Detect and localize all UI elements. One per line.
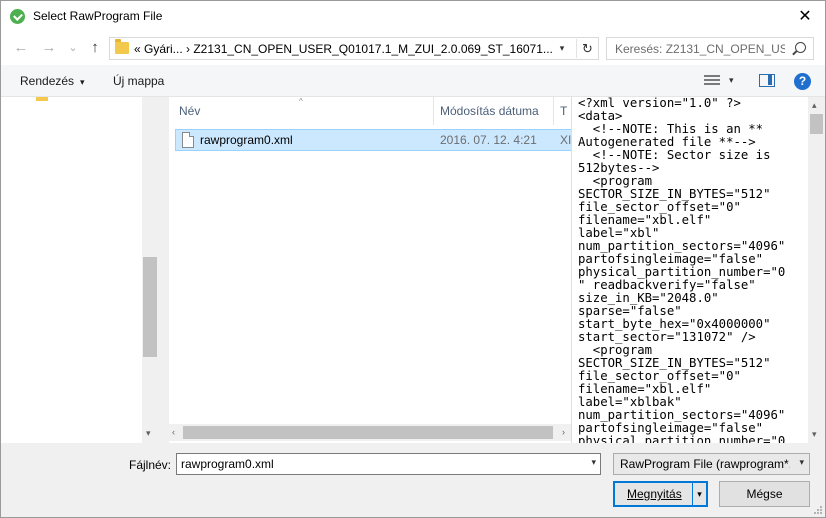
- cancel-button[interactable]: Mégse: [719, 481, 810, 507]
- command-toolbar: Rendezés ▾ Új mappa ▾ ?: [1, 65, 825, 97]
- preview-pane-icon[interactable]: [759, 74, 775, 87]
- navigation-pane: ▾: [1, 97, 158, 443]
- open-button[interactable]: Megnyitás ▾: [613, 481, 708, 507]
- column-header-name[interactable]: Név: [179, 97, 200, 125]
- file-type-filter-value: RawProgram File (rawprogram*.x: [620, 457, 790, 471]
- preview-pane: <?xml version="1.0" ?> <data> <!--NOTE: …: [571, 97, 825, 443]
- organize-label: Rendezés: [20, 74, 75, 88]
- folder-icon: [115, 39, 129, 54]
- file-date: 2016. 07. 12. 4:21: [440, 133, 537, 147]
- address-bar[interactable]: « Gyári... › Z2131_CN_OPEN_USER_Q01017.1…: [109, 37, 599, 60]
- open-button-label: Megnyitás: [627, 487, 682, 501]
- scroll-right-icon[interactable]: ›: [562, 427, 565, 437]
- preview-scroll-thumb[interactable]: [810, 114, 823, 134]
- navigation-bar: ← → ⌄ ↑ « Gyári... › Z2131_CN_OPEN_USER_…: [1, 32, 825, 65]
- file-dialog-window: Select RawProgram File ✕ ← → ⌄ ↑ « Gyári…: [0, 0, 826, 518]
- search-box[interactable]: Keresés: Z2131_CN_OPEN_US...: [606, 37, 814, 60]
- file-name: rawprogram0.xml: [200, 133, 293, 147]
- file-type-filter[interactable]: RawProgram File (rawprogram*.x ▾: [613, 453, 810, 475]
- navigation-scroll-thumb[interactable]: [143, 257, 157, 357]
- address-path[interactable]: « Gyári... › Z2131_CN_OPEN_USER_Q01017.1…: [134, 42, 554, 56]
- scroll-left-icon[interactable]: ‹: [172, 427, 175, 437]
- filename-label: Fájlnév:: [129, 458, 172, 472]
- app-download-icon: [10, 9, 25, 24]
- view-caret-icon[interactable]: ▾: [729, 75, 734, 86]
- horizontal-scrollbar[interactable]: ‹ ›: [169, 424, 571, 441]
- column-header-date[interactable]: Módosítás dátuma: [440, 97, 539, 125]
- organize-button[interactable]: Rendezés ▾: [20, 74, 85, 88]
- filter-dropdown-icon[interactable]: ▾: [799, 457, 804, 468]
- dialog-footer: Fájlnév: rawprogram0.xml ▾ RawProgram Fi…: [1, 443, 825, 517]
- nav-folder-icon: [36, 97, 48, 101]
- filename-dropdown-icon[interactable]: ▾: [591, 457, 596, 468]
- horizontal-scroll-thumb[interactable]: [183, 426, 553, 439]
- file-list: ^ Név Módosítás dátuma T rawprogram0.xml…: [169, 97, 575, 443]
- column-divider[interactable]: [553, 97, 554, 125]
- document-icon: [182, 132, 194, 148]
- xml-preview-text: <?xml version="1.0" ?> <data> <!--NOTE: …: [578, 97, 786, 443]
- window-title: Select RawProgram File: [33, 9, 163, 23]
- up-arrow-icon[interactable]: ↑: [85, 38, 105, 58]
- scroll-down-icon[interactable]: ▾: [812, 429, 817, 440]
- file-row[interactable]: rawprogram0.xml 2016. 07. 12. 4:21 XI: [175, 129, 575, 151]
- filename-field[interactable]: rawprogram0.xml ▾: [176, 453, 601, 475]
- address-dropdown-icon[interactable]: ▾: [554, 40, 570, 57]
- recent-locations-icon[interactable]: ⌄: [63, 38, 83, 58]
- refresh-icon[interactable]: ↻: [576, 39, 598, 58]
- forward-arrow-icon[interactable]: →: [39, 38, 59, 58]
- help-icon[interactable]: ?: [794, 73, 811, 90]
- file-type: XI: [560, 133, 572, 147]
- title-bar: Select RawProgram File ✕: [1, 1, 825, 32]
- preview-scrollbar[interactable]: ▴ ▾: [808, 97, 825, 443]
- organize-caret-icon: ▾: [80, 77, 85, 87]
- open-split-dropdown-icon[interactable]: ▾: [692, 483, 706, 505]
- sort-ascending-icon: ^: [299, 97, 303, 106]
- column-divider[interactable]: [433, 97, 434, 125]
- scroll-down-icon[interactable]: ▾: [146, 428, 151, 439]
- new-folder-button[interactable]: Új mappa: [113, 74, 164, 88]
- resize-grip-icon[interactable]: [813, 505, 823, 515]
- filename-value[interactable]: rawprogram0.xml: [181, 457, 274, 471]
- search-input[interactable]: Keresés: Z2131_CN_OPEN_US...: [615, 42, 785, 56]
- column-header-type[interactable]: T: [560, 97, 567, 125]
- view-options-icon[interactable]: [704, 75, 720, 87]
- back-arrow-icon[interactable]: ←: [11, 38, 31, 58]
- navigation-scrollbar[interactable]: ▾: [142, 97, 158, 443]
- scroll-up-icon[interactable]: ▴: [812, 100, 817, 111]
- search-icon: [795, 42, 806, 53]
- close-button[interactable]: ✕: [785, 1, 825, 32]
